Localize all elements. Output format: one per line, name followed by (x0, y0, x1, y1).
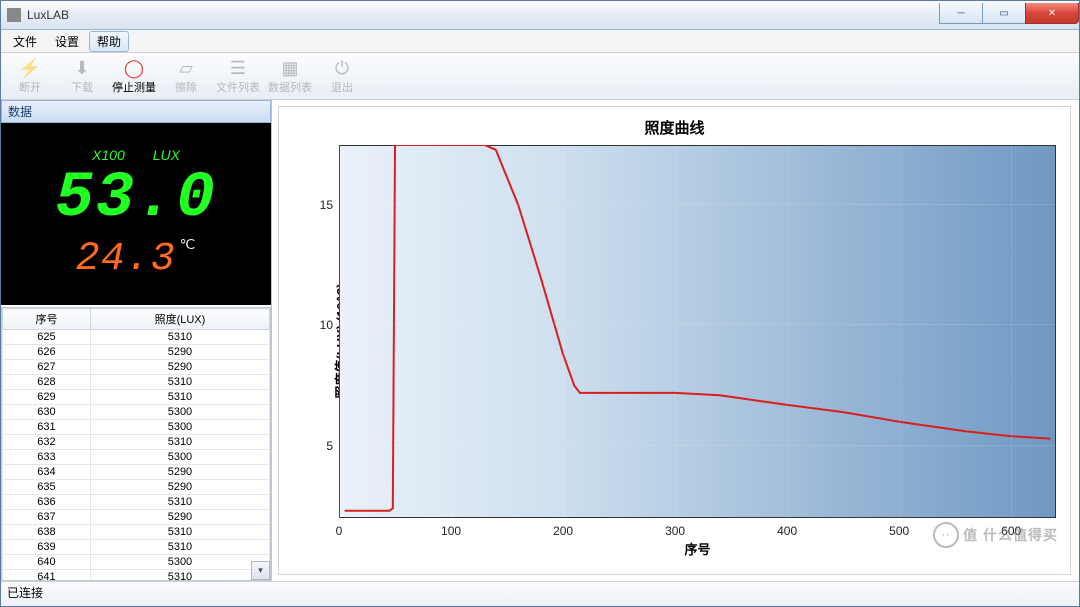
stop-measure-button[interactable]: ◯停止测量 (111, 55, 157, 97)
scroll-down-button[interactable]: ▾ (251, 561, 270, 580)
table-row[interactable]: 6395310 (3, 540, 270, 555)
eraser-icon: ▱ (175, 57, 197, 79)
lifebuoy-icon: ◯ (123, 57, 145, 79)
datalist-icon: ▦ (279, 57, 301, 79)
chart-title: 照度曲线 (279, 107, 1070, 138)
status-bar: 已连接 (1, 581, 1079, 606)
data-panel: 数据 X100 LUX 53.0 24.3℃ 序号 照度(LUX) 625531… (1, 100, 272, 581)
menu-file[interactable]: 文件 (5, 31, 45, 52)
table-row[interactable]: 6325310 (3, 435, 270, 450)
app-icon (7, 8, 21, 22)
watermark: ·· 值 什么值得买 (933, 522, 1058, 548)
lcd-temp: 24.3 (76, 237, 176, 282)
table-row[interactable]: 6415310 (3, 570, 270, 582)
table-row[interactable]: 6335300 (3, 450, 270, 465)
data-table-wrap[interactable]: 序号 照度(LUX) 62553106265290627529062853106… (1, 307, 271, 581)
download-icon: ⬇ (71, 57, 93, 79)
window-title: LuxLAB (27, 8, 69, 22)
lcd-unit: LUX (153, 147, 180, 163)
exit-button[interactable]: ⏻退出 (319, 55, 365, 97)
table-row[interactable]: 6345290 (3, 465, 270, 480)
chart-plot-area: 010020030040050060051015 (339, 145, 1056, 518)
col-index[interactable]: 序号 (3, 309, 91, 330)
erase-button[interactable]: ▱擦除 (163, 55, 209, 97)
lcd-temp-unit: ℃ (180, 238, 197, 254)
exit-icon: ⏻ (331, 57, 353, 79)
panel-header: 数据 (1, 100, 271, 123)
title-bar: LuxLAB ─ ▭ ✕ (1, 1, 1079, 30)
download-button[interactable]: ⬇下载 (59, 55, 105, 97)
close-button[interactable]: ✕ (1025, 3, 1079, 24)
table-row[interactable]: 6275290 (3, 360, 270, 375)
toolbar: ⚡断开 ⬇下载 ◯停止测量 ▱擦除 ☰文件列表 ▦数据列表 ⏻退出 (1, 53, 1079, 100)
file-list-button[interactable]: ☰文件列表 (215, 55, 261, 97)
table-row[interactable]: 6355290 (3, 480, 270, 495)
table-row[interactable]: 6315300 (3, 420, 270, 435)
lcd-value: 53.0 (55, 167, 217, 231)
plug-icon: ⚡ (19, 57, 41, 79)
menu-bar: 文件 设置 帮助 (1, 30, 1079, 53)
lcd-scale: X100 (92, 147, 125, 163)
watermark-face-icon: ·· (933, 522, 959, 548)
data-table: 序号 照度(LUX) 62553106265290627529062853106… (2, 308, 270, 581)
table-row[interactable]: 6405300 (3, 555, 270, 570)
table-row[interactable]: 6305300 (3, 405, 270, 420)
data-list-button[interactable]: ▦数据列表 (267, 55, 313, 97)
table-row[interactable]: 6285310 (3, 375, 270, 390)
menu-settings[interactable]: 设置 (47, 31, 87, 52)
table-row[interactable]: 6265290 (3, 345, 270, 360)
table-row[interactable]: 6365310 (3, 495, 270, 510)
table-row[interactable]: 6295310 (3, 390, 270, 405)
minimize-button[interactable]: ─ (939, 3, 982, 24)
lcd-display: X100 LUX 53.0 24.3℃ (1, 123, 271, 305)
maximize-button[interactable]: ▭ (982, 3, 1025, 24)
table-row[interactable]: 6255310 (3, 330, 270, 345)
filelist-icon: ☰ (227, 57, 249, 79)
table-row[interactable]: 6385310 (3, 525, 270, 540)
table-row[interactable]: 6375290 (3, 510, 270, 525)
menu-help[interactable]: 帮助 (89, 31, 129, 52)
col-lux[interactable]: 照度(LUX) (90, 309, 269, 330)
disconnect-button[interactable]: ⚡断开 (7, 55, 53, 97)
chart-box: 照度曲线 照度值(LUX) (10^3) 0100200300400500600… (278, 106, 1071, 575)
